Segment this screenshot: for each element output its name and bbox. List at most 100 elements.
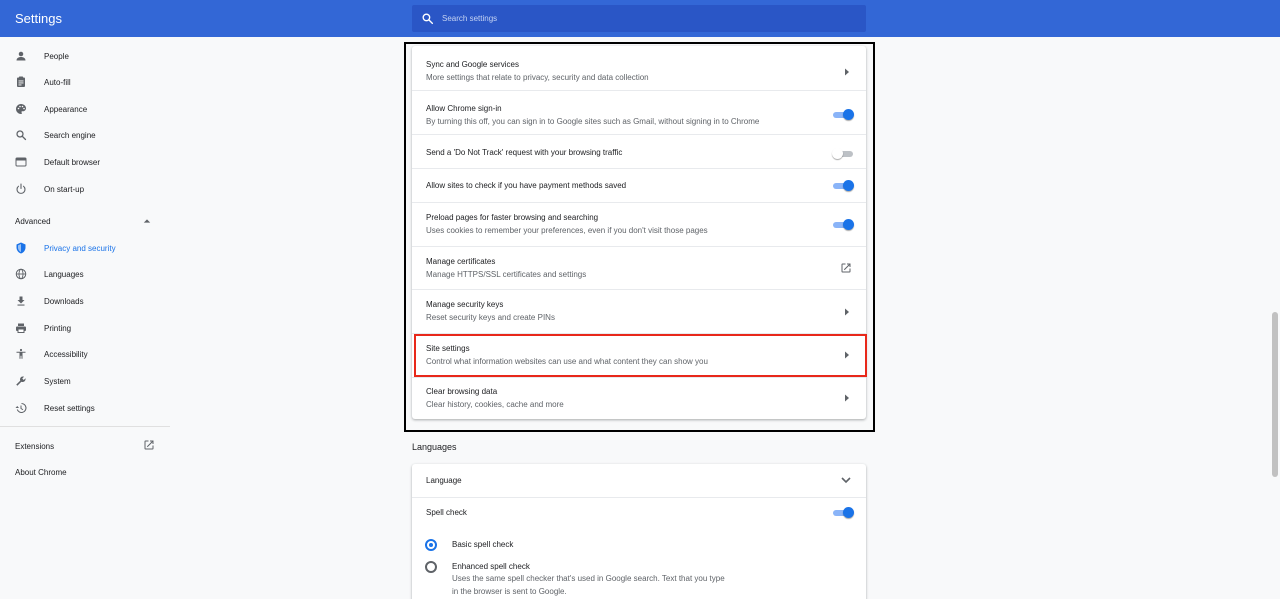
allow-chrome-sign-in-row[interactable]: Allow Chrome sign-in By turning this off… bbox=[412, 91, 866, 134]
search-icon bbox=[15, 129, 27, 141]
open-in-new-icon[interactable] bbox=[840, 262, 852, 274]
privacy-security-card: Sync and Google services More settings t… bbox=[412, 46, 866, 419]
row-title: Sync and Google services bbox=[426, 60, 519, 69]
radio-subtitle: in the browser is sent to Google. bbox=[452, 587, 567, 596]
sidebar-advanced-toggle[interactable]: Advanced bbox=[0, 209, 170, 233]
sidebar-item-system[interactable]: System bbox=[0, 369, 170, 393]
chevron-down-icon bbox=[841, 477, 851, 484]
language-row[interactable]: Language bbox=[412, 464, 866, 497]
sidebar-item-appearance[interactable]: Appearance bbox=[0, 97, 170, 121]
power-icon bbox=[15, 183, 27, 195]
chevron-right-icon bbox=[845, 68, 849, 76]
row-title: Spell check bbox=[426, 508, 467, 517]
browser-window-icon bbox=[15, 156, 27, 168]
sidebar-item-reset-settings[interactable]: Reset settings bbox=[0, 396, 170, 420]
sidebar-item-default-browser[interactable]: Default browser bbox=[0, 150, 170, 174]
palette-icon bbox=[15, 103, 27, 115]
row-subtitle: More settings that relate to privacy, se… bbox=[426, 73, 649, 82]
sidebar-item-printing[interactable]: Printing bbox=[0, 316, 170, 340]
row-title: Send a 'Do Not Track' request with your … bbox=[426, 148, 623, 157]
basic-spell-check-radio[interactable] bbox=[425, 539, 437, 551]
radio-label: Basic spell check bbox=[452, 540, 514, 549]
sidebar: People Auto-fill Appearance Search engin… bbox=[0, 37, 170, 599]
app-title: Settings bbox=[15, 11, 62, 26]
sidebar-item-label: People bbox=[44, 51, 69, 61]
spell-check-toggle[interactable] bbox=[832, 507, 854, 519]
sidebar-item-accessibility[interactable]: Accessibility bbox=[0, 342, 170, 366]
manage-certificates-row[interactable]: Manage certificates Manage HTTPS/SSL cer… bbox=[412, 247, 866, 289]
row-subtitle: By turning this off, you can sign in to … bbox=[426, 117, 760, 126]
sidebar-item-label: System bbox=[44, 376, 71, 386]
sidebar-item-label: Default browser bbox=[44, 157, 101, 167]
payment-methods-toggle[interactable] bbox=[832, 180, 854, 192]
person-icon bbox=[15, 50, 27, 62]
sidebar-item-on-startup[interactable]: On start-up bbox=[0, 177, 170, 201]
clear-browsing-data-row[interactable]: Clear browsing data Clear history, cooki… bbox=[412, 378, 866, 419]
radio-label: Enhanced spell check bbox=[452, 562, 530, 571]
chevron-right-icon bbox=[845, 394, 849, 402]
row-subtitle: Control what information websites can us… bbox=[426, 357, 708, 366]
row-title: Language bbox=[426, 476, 462, 485]
shield-icon bbox=[15, 242, 27, 254]
row-subtitle: Uses cookies to remember your preference… bbox=[426, 226, 708, 235]
site-settings-row[interactable]: Site settings Control what information w… bbox=[412, 334, 866, 377]
restore-icon bbox=[15, 402, 27, 414]
top-bar: Settings bbox=[0, 0, 1280, 37]
sidebar-item-downloads[interactable]: Downloads bbox=[0, 289, 170, 313]
sidebar-item-autofill[interactable]: Auto-fill bbox=[0, 70, 170, 94]
sidebar-item-label: On start-up bbox=[44, 184, 85, 194]
row-subtitle: Manage HTTPS/SSL certificates and settin… bbox=[426, 270, 587, 279]
sidebar-item-people[interactable]: People bbox=[0, 44, 170, 68]
wrench-icon bbox=[15, 375, 27, 387]
sidebar-item-label: Downloads bbox=[44, 296, 84, 306]
printer-icon bbox=[15, 322, 27, 334]
sidebar-about-label: About Chrome bbox=[15, 467, 67, 477]
preload-pages-toggle[interactable] bbox=[832, 219, 854, 231]
row-title: Allow sites to check if you have payment… bbox=[426, 181, 627, 190]
do-not-track-row[interactable]: Send a 'Do Not Track' request with your … bbox=[412, 135, 866, 167]
preload-pages-row[interactable]: Preload pages for faster browsing and se… bbox=[412, 203, 866, 246]
sidebar-item-label: Accessibility bbox=[44, 349, 88, 359]
chevron-right-icon bbox=[845, 351, 849, 359]
manage-security-keys-row[interactable]: Manage security keys Reset security keys… bbox=[412, 290, 866, 333]
sidebar-item-privacy-and-security[interactable]: Privacy and security bbox=[0, 236, 170, 260]
search-box[interactable] bbox=[412, 5, 866, 32]
sidebar-item-languages[interactable]: Languages bbox=[0, 262, 170, 286]
sidebar-advanced-label: Advanced bbox=[15, 216, 51, 226]
sidebar-item-search-engine[interactable]: Search engine bbox=[0, 123, 170, 147]
search-icon bbox=[422, 13, 434, 25]
chevron-right-icon bbox=[845, 308, 849, 316]
sidebar-item-label: Auto-fill bbox=[44, 77, 71, 87]
row-title: Preload pages for faster browsing and se… bbox=[426, 213, 599, 222]
allow-chrome-sign-in-toggle[interactable] bbox=[832, 109, 854, 121]
payment-methods-row[interactable]: Allow sites to check if you have payment… bbox=[412, 169, 866, 201]
row-title: Site settings bbox=[426, 344, 470, 353]
clipboard-icon bbox=[15, 76, 27, 88]
sidebar-item-label: Appearance bbox=[44, 104, 88, 114]
row-title: Manage certificates bbox=[426, 257, 496, 266]
accessibility-icon bbox=[15, 348, 27, 360]
sidebar-item-label: Printing bbox=[44, 323, 72, 333]
sync-google-services-row[interactable]: Sync and Google services More settings t… bbox=[412, 46, 866, 90]
spell-check-row[interactable]: Spell check bbox=[412, 498, 866, 530]
languages-card: Language Spell check Basic spell check E… bbox=[412, 464, 866, 599]
row-subtitle: Clear history, cookies, cache and more bbox=[426, 400, 564, 409]
sidebar-item-extensions[interactable]: Extensions bbox=[0, 434, 170, 458]
open-in-new-icon bbox=[144, 440, 154, 450]
do-not-track-toggle[interactable] bbox=[832, 148, 854, 160]
sidebar-item-about-chrome[interactable]: About Chrome bbox=[0, 460, 170, 484]
sidebar-item-label: Privacy and security bbox=[44, 243, 116, 253]
row-title: Clear browsing data bbox=[426, 387, 498, 396]
download-icon bbox=[15, 295, 27, 307]
globe-icon bbox=[15, 268, 27, 280]
sidebar-item-label: Search engine bbox=[44, 130, 96, 140]
sidebar-item-label: Languages bbox=[44, 269, 84, 279]
search-input[interactable] bbox=[442, 5, 857, 32]
row-title: Allow Chrome sign-in bbox=[426, 104, 502, 113]
sidebar-item-label: Reset settings bbox=[44, 403, 95, 413]
page-scrollbar[interactable] bbox=[1270, 37, 1280, 599]
scrollbar-thumb[interactable] bbox=[1272, 312, 1278, 477]
row-subtitle: Reset security keys and create PINs bbox=[426, 313, 555, 322]
radio-subtitle: Uses the same spell checker that's used … bbox=[452, 574, 725, 583]
enhanced-spell-check-radio[interactable] bbox=[425, 561, 437, 573]
